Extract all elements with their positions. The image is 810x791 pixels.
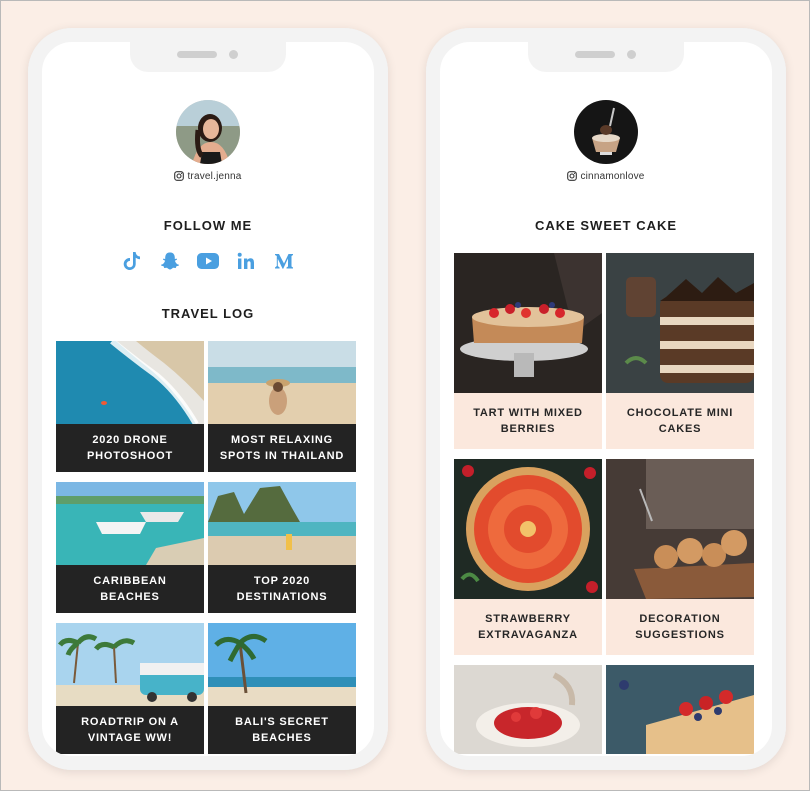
tile-caption: CARIBBEAN BEACHES bbox=[56, 565, 204, 613]
phone-mockup-travel: travel.jenna FOLLOW ME TRAVEL LOG 2020 D… bbox=[28, 28, 388, 770]
vintage-van-image bbox=[56, 623, 204, 706]
instagram-icon bbox=[567, 171, 578, 181]
tile-roadtrip[interactable]: ROADTRIP ON A VINTAGE WW! bbox=[56, 623, 204, 754]
drone-beach-image bbox=[56, 341, 204, 424]
tile-caption: CHOCOLATE MINI CAKES bbox=[606, 393, 754, 449]
tiktok-icon[interactable] bbox=[121, 250, 143, 272]
phone-mockup-baking: cinnamonlove CAKE SWEET CAKE TART WITH M… bbox=[426, 28, 786, 770]
caribbean-boats-image bbox=[56, 482, 204, 565]
tile-relaxing-thailand[interactable]: MOST RELAXING SPOTS IN THAILAND bbox=[208, 341, 356, 472]
tile-caption: MOST RELAXING SPOTS IN THAILAND bbox=[208, 424, 356, 472]
avatar[interactable] bbox=[176, 100, 240, 164]
cream-puffs-image bbox=[606, 459, 754, 599]
tile-raspberry-dessert[interactable] bbox=[454, 665, 602, 754]
medium-icon[interactable] bbox=[273, 250, 295, 272]
cake-section-title: CAKE SWEET CAKE bbox=[534, 218, 678, 233]
tile-caption: ROADTRIP ON A VINTAGE WW! bbox=[56, 706, 204, 754]
berry-tart-image bbox=[454, 253, 602, 393]
tile-berry-slice[interactable] bbox=[606, 665, 754, 754]
youtube-icon[interactable] bbox=[197, 250, 219, 272]
handle-text: travel.jenna bbox=[187, 171, 242, 182]
chocolate-cake-image bbox=[606, 253, 754, 393]
strawberry-tart-image bbox=[454, 459, 602, 599]
instagram-icon bbox=[174, 171, 185, 181]
tile-caption: STRAWBERRY EXTRAVAGANZA bbox=[454, 599, 602, 655]
phone-camera bbox=[627, 50, 636, 59]
phone-speaker bbox=[575, 51, 615, 58]
phone-camera bbox=[229, 50, 238, 59]
tile-decoration[interactable]: DECORATION SUGGESTIONS bbox=[606, 459, 754, 655]
tile-bali-beaches[interactable]: BALI'S SECRET BEACHES bbox=[208, 623, 356, 754]
social-links bbox=[28, 250, 388, 272]
tile-strawberry[interactable]: STRAWBERRY EXTRAVAGANZA bbox=[454, 459, 602, 655]
tile-caribbean-beaches[interactable]: CARIBBEAN BEACHES bbox=[56, 482, 204, 613]
tile-top-destinations[interactable]: TOP 2020 DESTINATIONS bbox=[208, 482, 356, 613]
phone-speaker bbox=[177, 51, 217, 58]
travel-log-title: TRAVEL LOG bbox=[161, 306, 255, 321]
palm-beach-image bbox=[208, 623, 356, 706]
tile-berry-tart[interactable]: TART WITH MIXED BERRIES bbox=[454, 253, 602, 449]
instagram-handle[interactable]: cinnamonlove bbox=[426, 171, 786, 182]
tile-caption: DECORATION SUGGESTIONS bbox=[606, 599, 754, 655]
follow-title: FOLLOW ME bbox=[163, 218, 253, 233]
tile-caption: BALI'S SECRET BEACHES bbox=[208, 706, 356, 754]
tile-caption: TART WITH MIXED BERRIES bbox=[454, 393, 602, 449]
tile-caption: 2020 DRONE PHOTOSHOOT bbox=[56, 424, 204, 472]
raspberry-dessert-image bbox=[454, 665, 602, 754]
tile-caption: TOP 2020 DESTINATIONS bbox=[208, 565, 356, 613]
berry-slice-image bbox=[606, 665, 754, 754]
snapchat-icon[interactable] bbox=[159, 250, 181, 272]
avatar[interactable] bbox=[574, 100, 638, 164]
instagram-handle[interactable]: travel.jenna bbox=[28, 171, 388, 182]
tile-chocolate-cakes[interactable]: CHOCOLATE MINI CAKES bbox=[606, 253, 754, 449]
rock-cliffs-image bbox=[208, 482, 356, 565]
handle-text: cinnamonlove bbox=[580, 171, 645, 182]
beach-woman-image bbox=[208, 341, 356, 424]
tile-drone-photoshoot[interactable]: 2020 DRONE PHOTOSHOOT bbox=[56, 341, 204, 472]
linkedin-icon[interactable] bbox=[235, 250, 257, 272]
